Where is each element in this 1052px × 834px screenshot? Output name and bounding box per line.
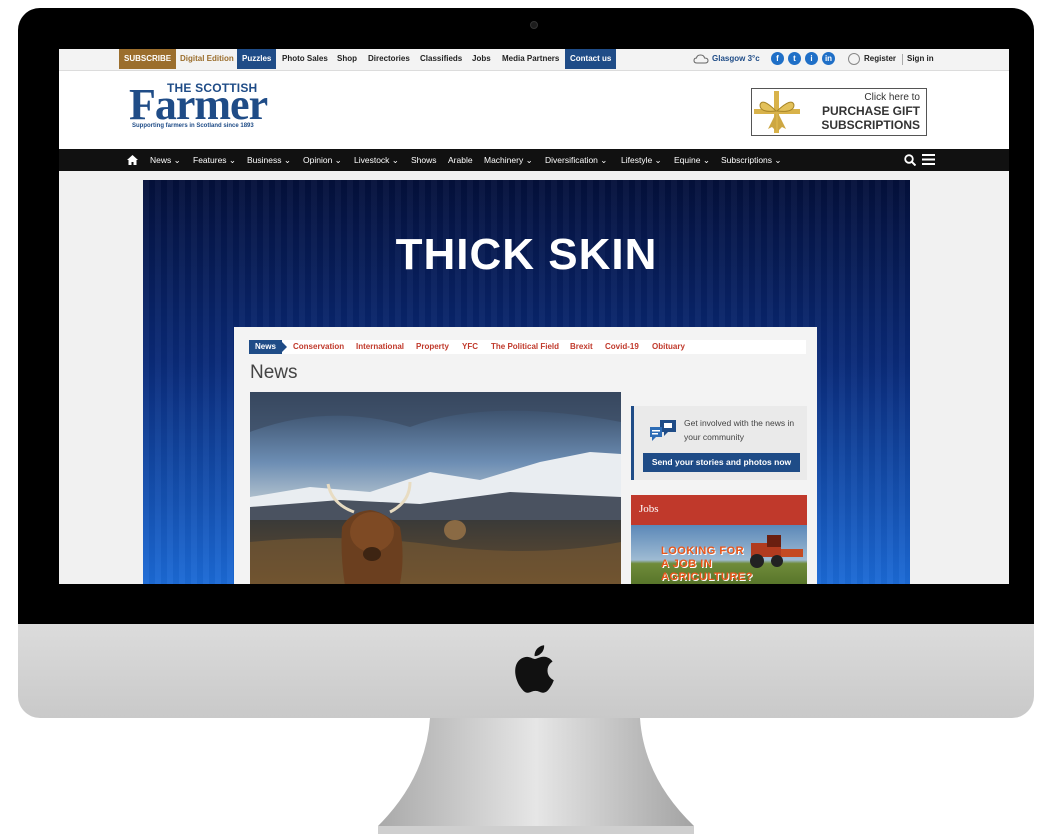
nav-item-business[interactable]: Business ⌄: [247, 149, 291, 171]
nav-item-label: News: [150, 155, 172, 165]
ad-line-1: Click here to: [864, 92, 920, 103]
nav-item-label: Opinion: [303, 155, 333, 165]
site-header: THE SCOTTISH Farmer Supporting farmers i…: [59, 71, 1009, 149]
send-stories-button[interactable]: Send your stories and photos now: [643, 453, 800, 472]
main-nav: News ⌄ Features ⌄ Business ⌄ Opinion ⌄ L…: [59, 149, 1009, 171]
gift-bow-icon: [754, 91, 800, 133]
subnav-item-yfc[interactable]: YFC: [462, 340, 478, 354]
shop-link[interactable]: Shop: [332, 49, 362, 69]
nav-item-label: Diversification: [545, 155, 598, 165]
jobs-ad-line-3: AGRICULTURE?: [661, 571, 753, 583]
jobs-ad-banner[interactable]: LOOKING FOR A JOB IN AGRICULTURE?: [631, 525, 807, 584]
instagram-icon[interactable]: i: [805, 52, 818, 65]
browser-screen: SUBSCRIBE Digital Edition Puzzles Photo …: [59, 49, 1009, 584]
nav-item-label: Machinery: [484, 155, 524, 165]
subnav-item-covid[interactable]: Covid-19: [605, 340, 639, 354]
subnav-item-brexit[interactable]: Brexit: [570, 340, 593, 354]
nav-item-livestock[interactable]: Livestock ⌄: [354, 149, 399, 171]
camera: [530, 21, 538, 29]
highland-cow-photo[interactable]: [250, 392, 621, 584]
register-link[interactable]: Register: [859, 49, 901, 69]
sign-in-link[interactable]: Sign in: [902, 49, 939, 69]
jobs-ad-line-1: LOOKING FOR: [661, 545, 745, 557]
ad-line-3: SUBSCRIPTIONS: [821, 118, 920, 132]
subnav-item-international[interactable]: International: [356, 340, 404, 354]
hero-title: THICK SKIN: [395, 230, 658, 279]
nav-item-lifestyle[interactable]: Lifestyle ⌄: [621, 149, 662, 171]
digital-edition-link[interactable]: Digital Edition: [175, 49, 239, 69]
subnav-item-political-field[interactable]: The Political Field: [491, 340, 559, 354]
nav-item-label: Equine: [674, 155, 701, 165]
community-panel: Get involved with the news in your commu…: [631, 406, 807, 480]
nav-item-machinery[interactable]: Machinery ⌄: [484, 149, 533, 171]
facebook-icon[interactable]: f: [771, 52, 784, 65]
logo-tagline: Supporting farmers in Scotland since 189…: [132, 123, 254, 129]
subnav-item-news[interactable]: News: [249, 340, 282, 354]
nav-item-label: Livestock: [354, 155, 390, 165]
twitter-icon[interactable]: t: [788, 52, 801, 65]
nav-item-opinion[interactable]: Opinion ⌄: [303, 149, 342, 171]
classifieds-link[interactable]: Classifieds: [415, 49, 467, 69]
utility-bar: SUBSCRIBE Digital Edition Puzzles Photo …: [59, 49, 1009, 71]
linkedin-icon[interactable]: in: [822, 52, 835, 65]
jobs-ad-line-2: A JOB IN: [661, 558, 713, 570]
nav-item-news[interactable]: News ⌄: [150, 149, 181, 171]
imac-monitor: SUBSCRIBE Digital Edition Puzzles Photo …: [18, 8, 1034, 720]
hamburger-menu-icon[interactable]: [922, 154, 935, 165]
gift-subscription-ad[interactable]: Click here to PURCHASE GIFT SUBSCRIPTION…: [751, 88, 927, 136]
nav-item-label: Business: [247, 155, 282, 165]
monitor-stand: [378, 718, 694, 834]
section-title: News: [250, 362, 298, 383]
nav-item-features[interactable]: Features ⌄: [193, 149, 236, 171]
contact-us-link[interactable]: Contact us: [565, 49, 617, 69]
nav-item-subscriptions[interactable]: Subscriptions ⌄: [721, 149, 782, 171]
puzzles-link[interactable]: Puzzles: [237, 49, 277, 69]
jobs-widget: Jobs LOOKING FOR A JOB IN AGRICULTURE?: [631, 495, 807, 584]
nav-item-diversification[interactable]: Diversification ⌄: [545, 149, 607, 171]
nav-item-label: Subscriptions: [721, 155, 773, 165]
subnav-item-conservation[interactable]: Conservation: [293, 340, 344, 354]
subnav-arrow: [280, 340, 287, 354]
directories-link[interactable]: Directories: [363, 49, 415, 69]
photo-sales-link[interactable]: Photo Sales: [277, 49, 333, 69]
ad-line-2: PURCHASE GIFT: [821, 104, 920, 118]
search-icon[interactable]: [904, 154, 916, 166]
nav-item-label: Lifestyle: [621, 155, 653, 165]
news-card: News Conservation International Property…: [234, 327, 817, 584]
subscribe-link[interactable]: SUBSCRIBE: [119, 49, 177, 69]
jobs-title: Jobs: [639, 503, 659, 515]
site-logo[interactable]: THE SCOTTISH Farmer Supporting farmers i…: [129, 81, 289, 133]
nav-item-label: Features: [193, 155, 227, 165]
tractor-icon: [750, 535, 803, 568]
nav-item-arable[interactable]: Arable: [448, 149, 473, 171]
news-subnav: News Conservation International Property…: [249, 340, 806, 354]
nav-item-equine[interactable]: Equine ⌄: [674, 149, 710, 171]
subnav-item-obituary[interactable]: Obituary: [652, 340, 685, 354]
home-icon[interactable]: [127, 155, 138, 165]
nav-item-shows[interactable]: Shows: [411, 149, 437, 171]
weather-readout[interactable]: Glasgow 3°c: [707, 49, 765, 69]
media-partners-link[interactable]: Media Partners: [497, 49, 564, 69]
apple-logo-icon: [515, 645, 554, 693]
logo-wordmark: Farmer: [129, 80, 268, 129]
subnav-item-property[interactable]: Property: [416, 340, 449, 354]
jobs-link[interactable]: Jobs: [467, 49, 496, 69]
chat-bubbles-icon: [650, 420, 676, 441]
community-text: Get involved with the news in your commu…: [684, 418, 795, 442]
hero-banner: THICK SKIN News Conservation Internation…: [143, 180, 910, 584]
